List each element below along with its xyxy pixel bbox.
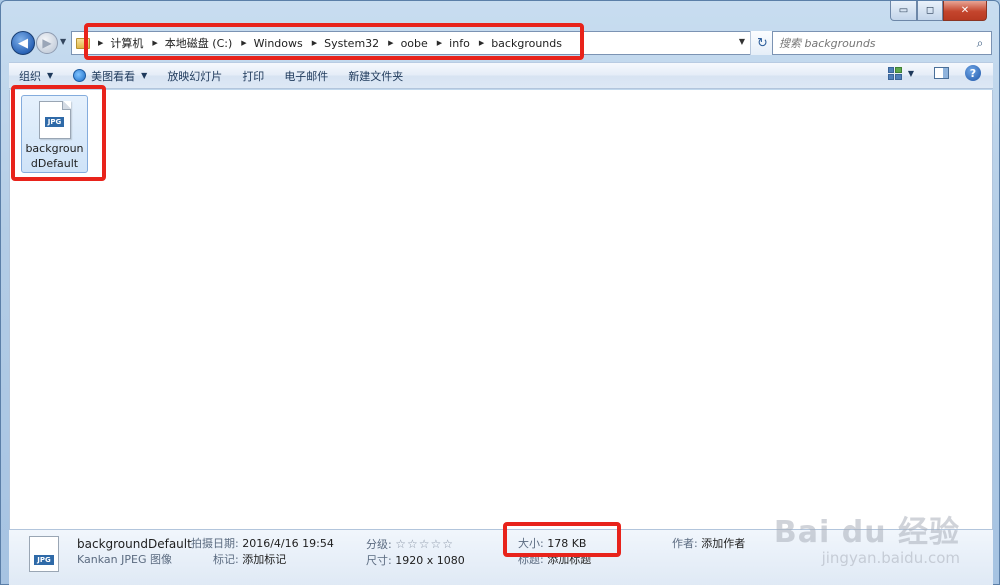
watermark-brand: Bai du 经验 (773, 515, 960, 550)
email-button[interactable]: 电子邮件 (274, 65, 338, 87)
jpg-file-icon: JPG (29, 536, 59, 572)
highlight-box-size (503, 522, 621, 557)
forward-button[interactable]: ▶ (36, 32, 58, 54)
chevron-down-icon: ▼ (47, 71, 54, 80)
rating-stars[interactable]: ☆☆☆☆☆ (395, 537, 454, 551)
rating-label: 分级: (366, 538, 392, 551)
author-label: 作者: (672, 537, 698, 550)
baidu-watermark: Bai du 经验 jingyan.baidu.com (774, 507, 960, 567)
recent-pages-dropdown-icon[interactable]: ▼ (60, 37, 66, 46)
details-name-column: backgroundDefault Kankan JPEG 图像 (77, 536, 192, 568)
search-box[interactable]: ⌕ (772, 31, 992, 55)
print-button[interactable]: 打印 (232, 65, 274, 87)
tags-value[interactable]: 添加标记 (242, 553, 286, 566)
highlight-box-address (84, 23, 584, 60)
caption-buttons: ▭ ◻ ✕ (890, 1, 987, 21)
file-type-badge: JPG (34, 555, 54, 565)
close-button[interactable]: ✕ (943, 1, 987, 21)
organize-label: 组织 (19, 69, 41, 83)
new-folder-button[interactable]: 新建文件夹 (338, 65, 413, 87)
meitu-app-icon (73, 69, 87, 82)
search-input[interactable] (779, 33, 969, 53)
dimensions-label: 尺寸: (366, 554, 392, 567)
slideshow-button[interactable]: 放映幻灯片 (157, 65, 232, 87)
date-taken-value: 2016/4/16 19:54 (242, 537, 334, 550)
view-controls: ▼ ? (887, 65, 987, 81)
back-button[interactable]: ◀ (11, 31, 35, 55)
explorer-window: ▭ ◻ ✕ ◀ ▶ ▼ ▶ 计算机 ▶ 本地磁盘 (C:) ▶ Windows … (0, 0, 1000, 585)
file-list-pane: JPG backgroundDefault (9, 90, 993, 529)
view-options-dropdown-icon[interactable]: ▼ (908, 69, 914, 78)
details-file-type: Kankan JPEG 图像 (77, 553, 172, 566)
highlight-box-file (11, 85, 106, 181)
maximize-button[interactable]: ◻ (917, 1, 943, 21)
author-value[interactable]: 添加作者 (701, 537, 745, 550)
tags-label: 标记: (213, 553, 239, 566)
minimize-button[interactable]: ▭ (890, 1, 917, 21)
address-history-dropdown-icon[interactable]: ▼ (739, 37, 745, 46)
details-author-column: 作者: 添加作者 (672, 536, 745, 552)
preview-pane-icon[interactable] (934, 67, 949, 79)
chevron-down-icon[interactable]: ▼ (141, 71, 147, 80)
open-with-meitu-button[interactable]: 美图看看 ▼ (63, 65, 157, 87)
date-taken-label: 拍摄日期: (191, 537, 239, 550)
details-date-column: 拍摄日期: 2016/4/16 19:54 标记: 添加标记 (191, 536, 334, 568)
details-rating-column: 分级: ☆☆☆☆☆ 尺寸: 1920 x 1080 (366, 536, 465, 569)
meitu-label: 美图看看 (91, 69, 136, 83)
search-icon[interactable]: ⌕ (969, 36, 991, 51)
organize-menu[interactable]: 组织 ▼ (9, 65, 63, 87)
dimensions-value: 1920 x 1080 (395, 554, 465, 567)
watermark-url: jingyan.baidu.com (821, 549, 960, 567)
change-view-icon[interactable] (887, 66, 902, 80)
command-bar: 组织 ▼ 美图看看 ▼ 放映幻灯片 打印 电子邮件 新建文件夹 ▼ ? (9, 62, 993, 89)
refresh-button[interactable]: ↻ (750, 31, 774, 55)
details-file-name: backgroundDefault (77, 537, 192, 551)
help-icon[interactable]: ? (965, 65, 981, 81)
